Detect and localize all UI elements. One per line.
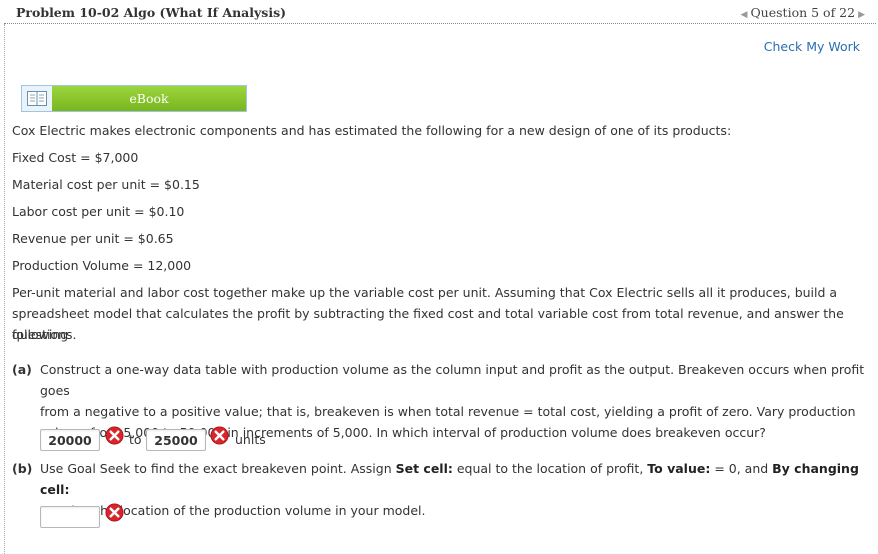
part-b-line-2: equal to the location of the production … <box>40 503 426 518</box>
problem-title: Problem 10-02 Algo (What If Analysis) <box>16 5 287 20</box>
part-a: (a) Construct a one-way data table with … <box>12 359 870 440</box>
part-b-text-3: = 0, and <box>710 461 773 476</box>
incorrect-icon <box>210 426 229 445</box>
check-my-work-link[interactable]: Check My Work <box>764 39 860 54</box>
breakeven-high-input[interactable]: 25000 <box>146 429 206 451</box>
prev-question-icon[interactable]: ◀ <box>738 10 751 20</box>
part-a-line-2: from a negative to a positive value; tha… <box>40 404 856 419</box>
instructions-line-1: Per-unit material and labor cost togethe… <box>12 285 838 300</box>
part-b-text-1: Use Goal Seek to find the exact breakeve… <box>40 461 396 476</box>
ebook-label: eBook <box>52 86 246 111</box>
fact-labor-cost: Labor cost per unit = $0.10 <box>12 204 185 219</box>
part-a-tag: (a) <box>12 362 32 377</box>
question-label: Question 5 of 22 <box>750 5 856 20</box>
fact-material-cost: Material cost per unit = $0.15 <box>12 177 200 192</box>
part-b: (b) Use Goal Seek to find the exact brea… <box>12 458 870 518</box>
title-bar: Problem 10-02 Algo (What If Analysis) ◀ Q… <box>4 2 876 24</box>
book-icon <box>27 91 47 106</box>
part-b-line-1: Use Goal Seek to find the exact breakeve… <box>40 458 870 500</box>
ebook-button[interactable]: eBook <box>21 85 247 112</box>
question-navigator: ◀ Question 5 of 22 ▶ <box>738 5 868 20</box>
incorrect-icon <box>105 503 124 522</box>
set-cell-term: Set cell: <box>395 461 453 476</box>
part-a-line-1: Construct a one-way data table with prod… <box>40 362 865 398</box>
units-label: units <box>235 432 266 447</box>
to-value-term: To value: <box>647 461 711 476</box>
part-b-question: Use Goal Seek to find the exact breakeve… <box>40 458 870 521</box>
fact-production-volume: Production Volume = 12,000 <box>12 258 192 273</box>
incorrect-icon <box>105 426 124 445</box>
breakeven-low-input[interactable]: 20000 <box>40 429 100 451</box>
next-question-icon[interactable]: ▶ <box>855 10 868 20</box>
part-b-text-2: equal to the location of profit, <box>452 461 648 476</box>
instructions-line-3: questions. <box>12 327 77 342</box>
to-label: to <box>129 432 142 447</box>
part-b-tag: (b) <box>12 461 33 476</box>
fact-revenue: Revenue per unit = $0.65 <box>12 231 174 246</box>
fact-fixed-cost: Fixed Cost = $7,000 <box>12 150 139 165</box>
breakeven-point-input[interactable] <box>40 506 100 528</box>
instructions-line-2: spreadsheet model that calculates the pr… <box>12 306 844 342</box>
intro-text: Cox Electric makes electronic components… <box>12 123 732 138</box>
